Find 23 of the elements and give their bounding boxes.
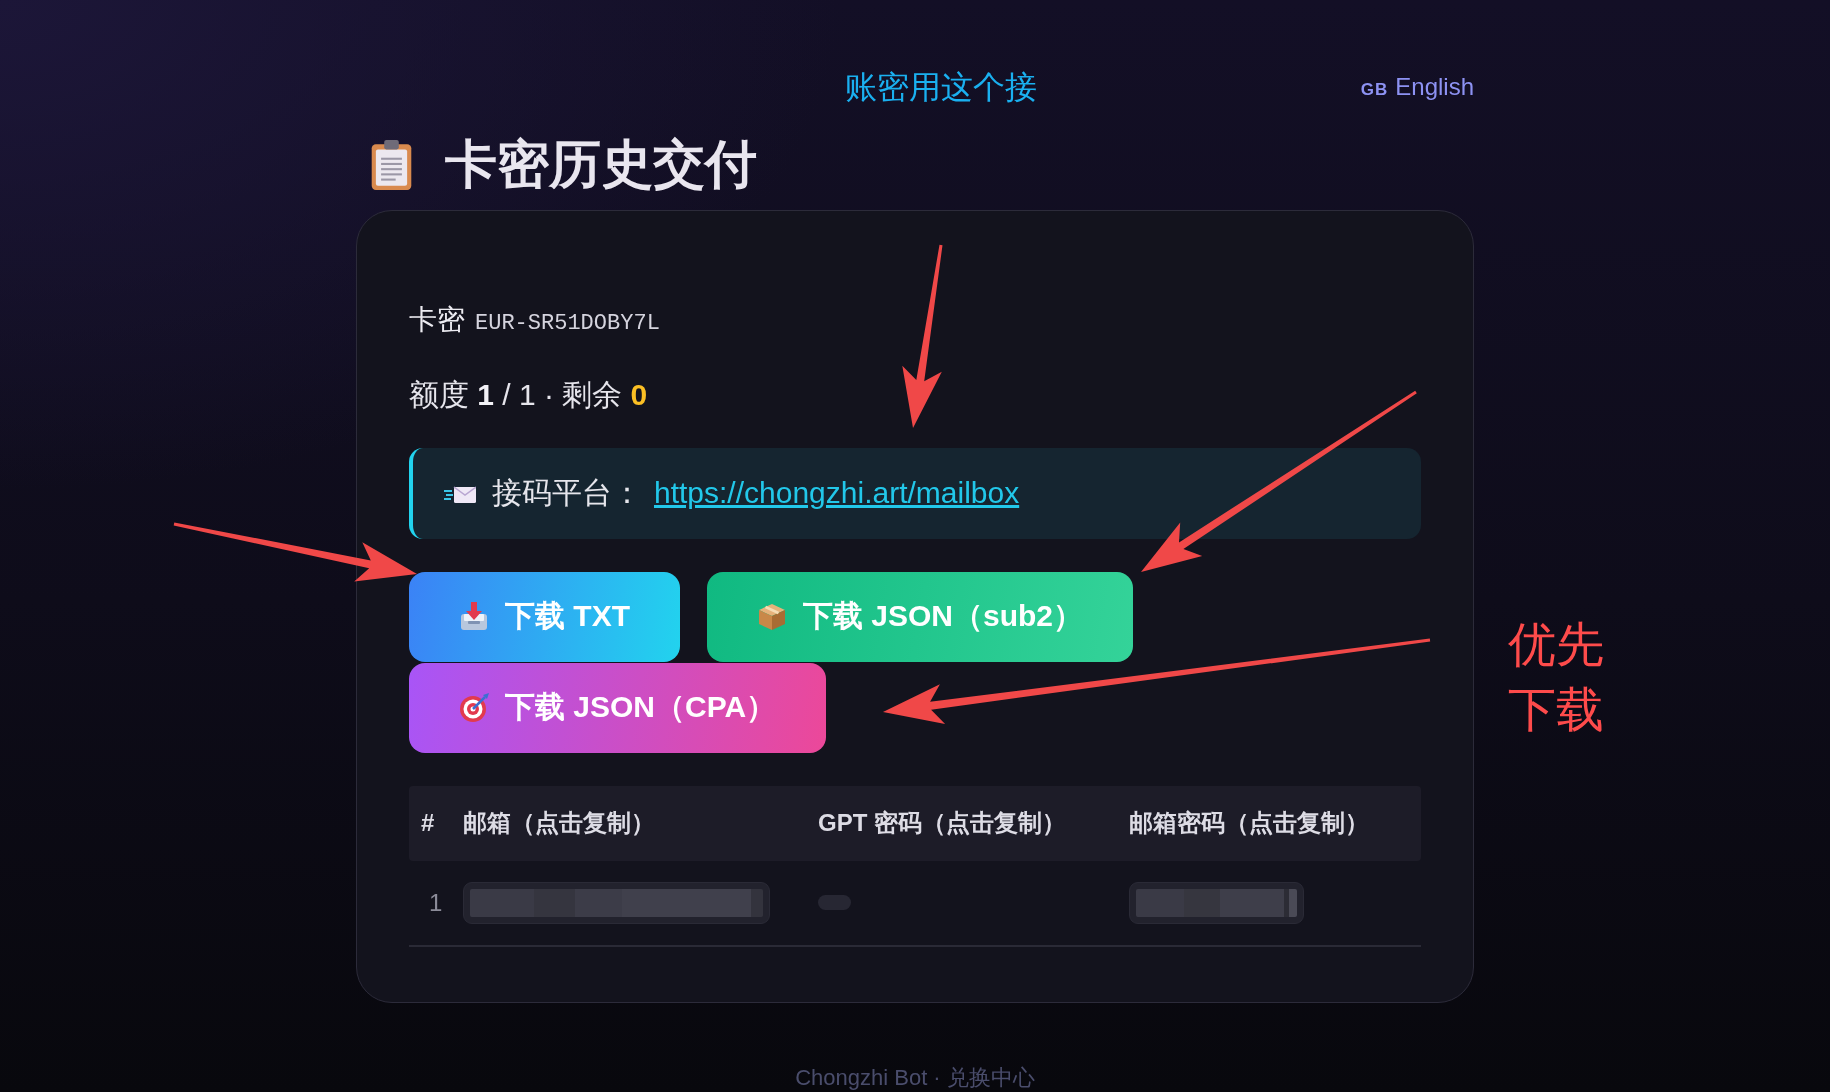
redacted-copy-chip[interactable] bbox=[463, 881, 770, 924]
mailbox-link[interactable]: https://chongzhi.art/mailbox bbox=[654, 476, 1020, 511]
footer-text: Chongzhi Bot · 兑换中心 bbox=[795, 1064, 1035, 1092]
annotation-note: 优先下载 bbox=[1508, 617, 1604, 738]
page-title: 卡密历史交付 bbox=[445, 136, 757, 194]
quota-text: 额度 1 / 1 · 剩余 bbox=[409, 376, 623, 413]
target-icon bbox=[459, 692, 489, 723]
clipboard-icon bbox=[370, 140, 413, 190]
download-button[interactable]: 下载 JSON（CPA） bbox=[409, 662, 827, 753]
column-header: 邮箱（点击复制） bbox=[463, 809, 655, 837]
notice-link[interactable]: 账密用这个接 bbox=[845, 68, 1037, 107]
column-header: GPT 密码（点击复制） bbox=[818, 809, 1066, 837]
package-icon bbox=[757, 601, 787, 632]
key-code: EUR-SR51DOBY7L bbox=[475, 310, 660, 337]
redacted-copy-chip[interactable] bbox=[1129, 881, 1304, 924]
language-button[interactable]: GB English bbox=[1360, 73, 1474, 102]
remaining-count: 0 bbox=[630, 376, 648, 413]
inbox-tray-icon bbox=[459, 601, 489, 632]
mailbox-label: 接码平台： bbox=[492, 474, 642, 511]
column-header: # bbox=[421, 809, 435, 837]
key-label: 卡密 bbox=[409, 302, 465, 337]
column-header: 邮箱密码（点击复制） bbox=[1129, 809, 1369, 837]
row-number: 1 bbox=[429, 888, 443, 917]
